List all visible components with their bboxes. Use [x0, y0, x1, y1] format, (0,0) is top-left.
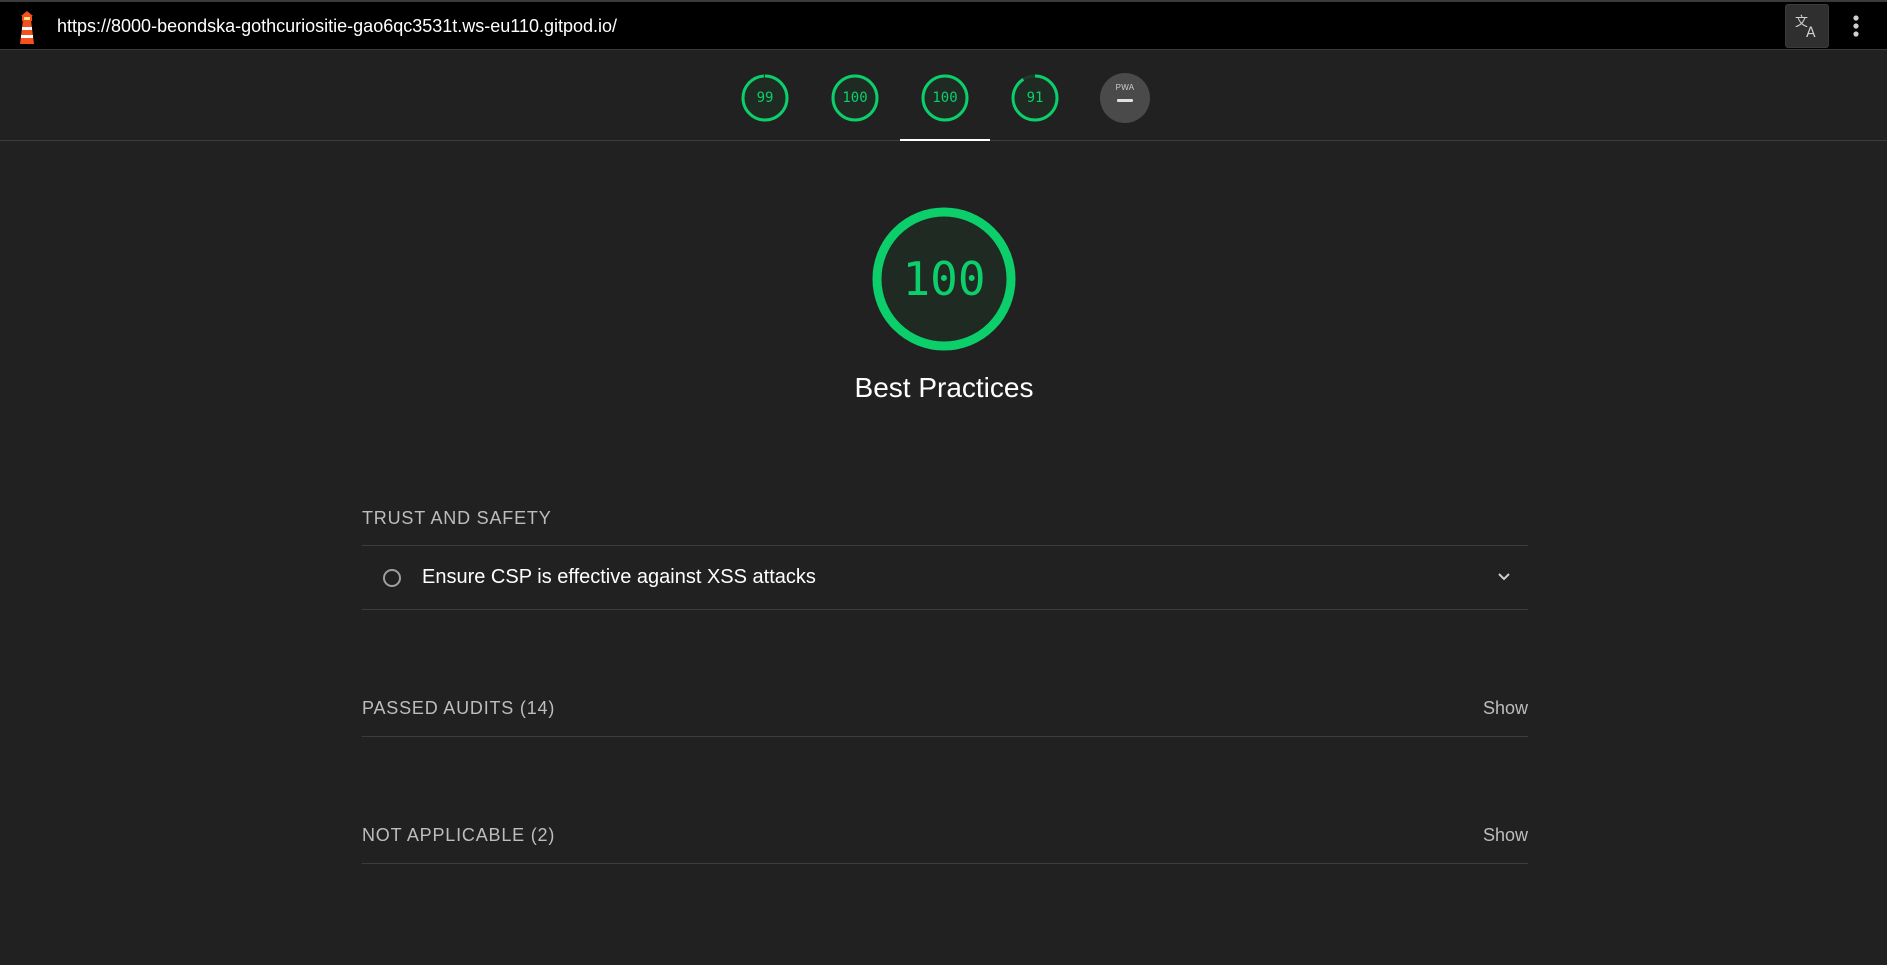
category-score: 100 [902, 252, 986, 306]
gauge-score: 100 [932, 90, 958, 106]
gauge-score: 99 [756, 90, 774, 106]
group-title-not-applicable[interactable]: NOT APPLICABLE (2) [362, 825, 555, 846]
informative-circle-icon [383, 569, 401, 587]
category-title: Best Practices [854, 372, 1034, 403]
divider [362, 863, 1528, 864]
gauge-accessibility[interactable]: 100 [830, 73, 880, 123]
passed-audits-show-button[interactable]: Show [1460, 698, 1528, 719]
browser-top-bar: https://8000-beondska-gothcuriositie-gao… [0, 0, 1887, 50]
lighthouse-icon [12, 10, 42, 46]
more-vert-icon [1853, 15, 1859, 37]
gauge-best-practices[interactable]: 100 [920, 73, 970, 123]
chevron-down-icon[interactable] [1494, 566, 1514, 586]
active-tab-indicator [900, 139, 990, 141]
audit-row-csp-xss[interactable]: Ensure CSP is effective against XSS atta… [362, 546, 1528, 609]
gauge-pwa[interactable]: PWA [1100, 73, 1150, 123]
audit-title: Ensure CSP is effective against XSS atta… [422, 566, 816, 588]
translate-icon: 文 A [1795, 15, 1816, 40]
gauge-performance[interactable]: 99 [740, 73, 790, 123]
group-title-passed-audits[interactable]: PASSED AUDITS (14) [362, 698, 555, 719]
gauge-seo[interactable]: 91 [1010, 73, 1060, 123]
divider [362, 609, 1528, 610]
pwa-label: PWA [1115, 83, 1135, 92]
not-applicable-show-button[interactable]: Show [1460, 825, 1528, 846]
gauge-score: 100 [842, 90, 868, 106]
more-options-button[interactable] [1838, 6, 1874, 46]
pwa-dash-icon [1117, 99, 1133, 102]
divider [362, 736, 1528, 737]
translate-button[interactable]: 文 A [1785, 4, 1829, 48]
group-title-trust-safety: TRUST AND SAFETY [362, 508, 552, 528]
gauge-score: 91 [1026, 90, 1044, 106]
category-score-gauge: 100 [871, 206, 1017, 352]
svg-text:A: A [1806, 25, 1816, 40]
page-url: https://8000-beondska-gothcuriositie-gao… [57, 16, 618, 36]
